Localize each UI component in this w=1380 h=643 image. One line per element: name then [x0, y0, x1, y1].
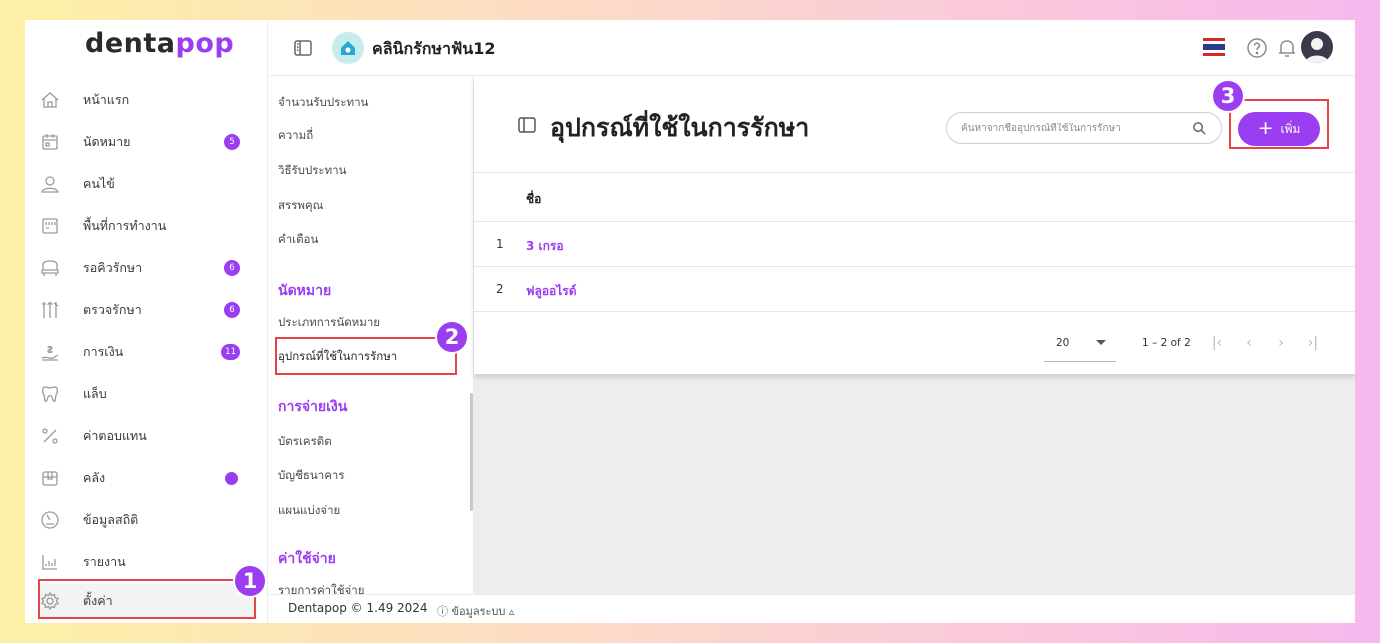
submenu-section-appointment: นัดหมาย — [278, 283, 332, 299]
count-badge: 6 — [224, 302, 240, 318]
step-marker-3: 3 — [1211, 79, 1245, 113]
page-title: อุปกรณ์ที่ใช้ในการรักษา — [550, 113, 810, 142]
sidebar-toggle-icon[interactable] — [292, 37, 314, 59]
sidebar-item-label: หน้าแรก — [83, 92, 130, 107]
table-header: ชื่อ — [474, 172, 1355, 222]
version-text: Dentapop © 1.49 2024 — [288, 601, 428, 615]
thai-flag-icon[interactable] — [1203, 38, 1225, 56]
submenu-item-method[interactable]: วิธีรับประทาน — [278, 162, 347, 180]
money-hand-icon — [39, 341, 61, 363]
count-badge: 5 — [224, 134, 240, 150]
submenu-scrollbar[interactable] — [470, 393, 473, 511]
sidebar-item-label: แล็บ — [83, 386, 107, 401]
footer: Dentapop © 1.49 2024 ⓘ ข้อมูลระบบ ▵ — [268, 594, 1355, 623]
sidebar-item-workspace[interactable]: พื้นที่การทำงาน — [39, 208, 257, 244]
search-box[interactable] — [946, 112, 1222, 144]
sidebar-item-label: คลัง — [83, 470, 106, 485]
sidebar-item-label: ตรวจรักษา — [83, 302, 142, 317]
first-page-icon[interactable]: |‹ — [1208, 335, 1226, 353]
highlight-equipment-menu — [275, 337, 457, 375]
row-index: 2 — [496, 282, 504, 296]
page-size-select[interactable]: 20 — [1044, 324, 1116, 362]
sidebar-item-statistics[interactable]: ข้อมูลสถิติ — [39, 502, 257, 538]
report-chart-icon — [39, 551, 61, 573]
sidebar-item-label: นัดหมาย — [83, 134, 131, 149]
search-input[interactable] — [961, 122, 1181, 134]
submenu-item-properties[interactable]: สรรพคุณ — [278, 197, 323, 215]
home-icon — [39, 89, 61, 111]
workspace-icon — [39, 215, 61, 237]
row-name-link[interactable]: ฟลูออไรด์ — [526, 282, 577, 301]
column-header-name[interactable]: ชื่อ — [526, 190, 541, 209]
bell-icon[interactable] — [1275, 36, 1299, 60]
table-row[interactable]: 1 3 เกรอ — [474, 222, 1355, 267]
sidebar-item-queue[interactable]: รอคิวรักษา 6 — [39, 250, 257, 286]
submenu-item-expense-list[interactable]: รายการค่าใช้จ่าย — [278, 582, 364, 594]
sidebar-item-label: พื้นที่การทำงาน — [83, 218, 167, 233]
sidebar-item-patients[interactable]: คนไข้ — [39, 166, 257, 202]
user-avatar[interactable] — [1301, 31, 1333, 63]
submenu-item-bank-account[interactable]: บัญชีธนาคาร — [278, 467, 345, 485]
prev-page-icon[interactable]: ‹ — [1240, 335, 1258, 353]
page-range: 1 – 2 of 2 — [1142, 337, 1191, 349]
clinic-home-icon[interactable] — [332, 32, 364, 64]
submenu-section-expense: ค่าใช้จ่าย — [278, 551, 336, 567]
submenu-item-installment[interactable]: แผนแบ่งจ่าย — [278, 502, 340, 520]
dental-tools-icon — [39, 299, 61, 321]
equipment-card: อุปกรณ์ที่ใช้ในการรักษา + เพิ่ม ชื่อ 1 3… — [474, 76, 1355, 374]
next-page-icon[interactable]: › — [1272, 335, 1290, 353]
pagination: 20 1 – 2 of 2 |‹ ‹ › ›| — [474, 324, 1355, 364]
submenu-item-frequency[interactable]: ความถี่ — [278, 127, 313, 145]
top-bar: คลินิกรักษาฟัน12 — [268, 20, 1355, 76]
highlight-add-button — [1229, 99, 1329, 149]
sidebar-item-label: คนไข้ — [83, 176, 115, 191]
row-name-link[interactable]: 3 เกรอ — [526, 237, 564, 256]
submenu-section-payment: การจ่ายเงิน — [278, 399, 348, 415]
box-icon — [39, 467, 61, 489]
sidebar-item-appointments[interactable]: นัดหมาย 5 — [39, 124, 257, 160]
submenu-item-appointment-types[interactable]: ประเภทการนัดหมาย — [278, 314, 380, 332]
sidebar-item-home[interactable]: หน้าแรก — [39, 82, 257, 118]
row-index: 1 — [496, 237, 504, 251]
help-icon[interactable] — [1245, 36, 1269, 60]
count-badge: 11 — [221, 344, 240, 360]
user-icon — [39, 173, 61, 195]
tooth-icon — [39, 383, 61, 405]
notification-dot — [225, 472, 238, 485]
sidebar-item-reports[interactable]: รายงาน — [39, 544, 257, 580]
count-badge: 6 — [224, 260, 240, 276]
sidebar-item-finance[interactable]: การเงิน 11 — [39, 334, 257, 370]
sidebar: dentapop หน้าแรก นัดหมาย 5 คนไข้ พื้นที่… — [25, 20, 268, 623]
last-page-icon[interactable]: ›| — [1304, 335, 1322, 353]
step-marker-2: 2 — [435, 320, 469, 354]
submenu-item-dosage[interactable]: จำนวนรับประทาน — [278, 94, 368, 112]
sidebar-item-label: การเงิน — [83, 344, 124, 359]
percent-icon — [39, 425, 61, 447]
panel-icon — [516, 114, 538, 136]
sidebar-item-treatment[interactable]: ตรวจรักษา 6 — [39, 292, 257, 328]
sidebar-item-compensation[interactable]: ค่าตอบแทน — [39, 418, 257, 454]
page-size-value: 20 — [1056, 337, 1070, 349]
sidebar-item-label: ค่าตอบแทน — [83, 428, 147, 443]
sidebar-item-label: รอคิวรักษา — [83, 260, 143, 275]
sidebar-item-lab[interactable]: แล็บ — [39, 376, 257, 412]
table-row[interactable]: 2 ฟลูออไรด์ — [474, 267, 1355, 312]
highlight-settings — [38, 579, 256, 619]
search-icon[interactable] — [1192, 121, 1207, 136]
submenu-item-credit-card[interactable]: บัตรเครดิต — [278, 433, 332, 451]
submenu-item-warnings[interactable]: คำเตือน — [278, 231, 318, 249]
calendar-icon — [39, 131, 61, 153]
sidebar-item-inventory[interactable]: คลัง — [39, 460, 257, 496]
system-info-link[interactable]: ⓘ ข้อมูลระบบ ▵ — [437, 602, 514, 620]
sidebar-item-label: ข้อมูลสถิติ — [83, 512, 139, 527]
brand-logo[interactable]: dentapop — [85, 28, 234, 59]
sidebar-item-label: รายงาน — [83, 554, 126, 569]
step-marker-1: 1 — [233, 564, 267, 598]
dental-chair-icon — [39, 257, 61, 279]
gauge-icon — [39, 509, 61, 531]
app-window: dentapop หน้าแรก นัดหมาย 5 คนไข้ พื้นที่… — [25, 20, 1355, 623]
caret-down-icon — [1096, 340, 1106, 345]
clinic-name[interactable]: คลินิกรักษาฟัน12 — [372, 37, 495, 62]
